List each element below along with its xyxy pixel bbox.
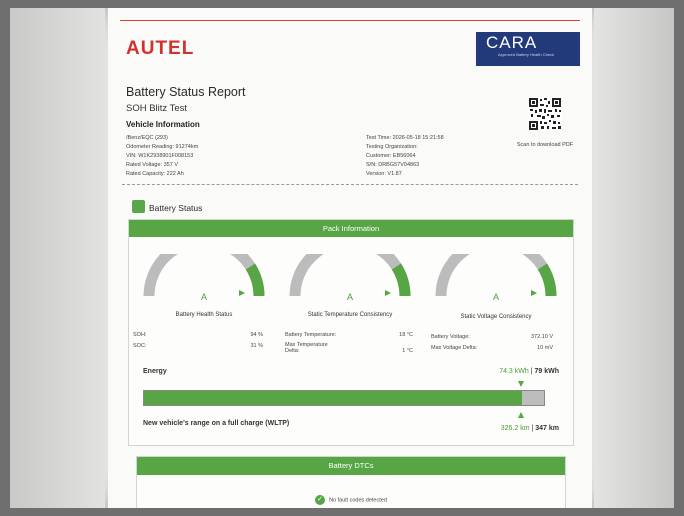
range-total: 347 km [535,425,559,432]
battery-status-icon [132,200,145,213]
gauge-grade: A [347,292,353,302]
energy-bar [143,390,545,406]
scan-to-download-text: Scan to download PDF [516,142,574,148]
vehicle-info-heading: Vehicle Information [126,120,200,129]
battery-temperature-label: Battery Temperature: [285,332,337,338]
serial-number: S/N: DRBG57V04863 [366,162,420,168]
range-label: New vehicle's range on a full charge (WL… [143,420,290,427]
background-shade-left [10,8,105,508]
gauge-track [143,254,265,297]
battery-temperature-value: 18 °C [399,332,413,338]
battery-voltage-row: Battery Voltage: 372.10 V [431,334,553,340]
background-shade-right [594,8,674,508]
no-fault-status: ✓ No fault codes detected [137,495,565,505]
gauge-title-battery-health: Battery Health Status [175,312,233,318]
gauge-pointer-icon [385,290,391,296]
no-fault-text: No fault codes detected [329,497,387,504]
check-icon: ✓ [315,495,326,505]
range-marker-icon [517,412,524,418]
battery-dtc-panel: Battery DTCs ✓ No fault codes detected [136,456,566,508]
battery-status-label: Battery Status [149,203,203,213]
max-voltage-label: Max Voltage Delta: [431,345,478,351]
max-temperature-value: 1 °C [402,348,413,354]
soh-row: SOH: 94 % [133,332,263,338]
report-subtitle: SOH Blitz Test [126,103,188,114]
max-temperature-label: Max Temperature Delta: [285,342,328,354]
header-rule [120,20,580,21]
pack-information-panel: Pack Information A Battery Health Status… [128,219,574,446]
vin: VIN: W1K2938901F008153 [126,153,194,159]
gauge-track [289,254,411,297]
photo-background: AUTEL CARA Approved Battery Health Check… [10,8,674,508]
gauge-fill [391,263,411,297]
energy-current: 74.3 kWh [499,368,529,375]
qr-code-icon[interactable] [528,97,562,131]
vehicle-info-block: /Benz/EQC (293) Odometer Reading: 91274k… [126,134,198,179]
max-temperature-row: Max Temperature Delta: 1 °C [285,342,413,354]
soh-label: SOH: [133,332,147,338]
section-divider [122,184,578,185]
battery-dtc-header: Battery DTCs [137,457,565,475]
gauge-grade: A [201,292,207,302]
gauge-fill [245,263,265,297]
cara-badge: CARA Approved Battery Health Check [476,32,580,66]
battery-temperature-row: Battery Temperature: 18 °C [285,332,413,338]
energy-value: 74.3 kWh | 79 kWh [499,368,559,375]
max-voltage-value: 10 mV [537,345,553,351]
cara-logo-text: CARA [486,33,538,52]
gauge-fill [537,263,557,297]
gauge-grade: A [493,292,499,302]
version: Version: V1.87 [366,171,402,177]
report-document: AUTEL CARA Approved Battery Health Check… [108,8,592,508]
rated-voltage: Rated Voltage: 357 V [126,162,178,168]
soc-label: SOC: [133,343,147,349]
odometer-reading: Odometer Reading: 91274km [126,144,199,150]
voltage-consistency-gauge: A [435,254,557,302]
soc-row: SOC: 31 % [133,343,263,349]
energy-total: 79 kWh [534,368,559,375]
soc-value: 31 % [250,343,263,349]
cara-subtitle: Approved Battery Health Check [498,52,555,57]
battery-health-gauge: A [143,254,265,302]
max-voltage-row: Max Voltage Delta: 10 mV [431,345,553,351]
energy-marker-icon [517,381,524,387]
pack-information-header: Pack Information [129,220,573,237]
soh-value: 94 % [250,332,263,338]
energy-label: Energy [143,368,167,375]
battery-voltage-value: 372.10 V [530,334,553,340]
customer: Customer: EB56064 [366,153,416,159]
rated-capacity: Rated Capacity: 222 Ah [126,171,184,177]
range-current: 326.2 km [500,425,530,432]
gauge-pointer-icon [531,290,537,296]
test-info-block: Test Time: 2026-05-18 15:21:58 Testing O… [366,134,444,179]
gauge-title-voltage: Static Voltage Consistency [460,314,532,320]
report-title: Battery Status Report [126,85,246,99]
autel-logo: AUTEL [126,38,195,59]
test-time: Test Time: 2026-05-18 15:21:58 [366,135,444,141]
gauge-title-temperature: Static Temperature Consistency [307,312,393,318]
gauge-track [435,254,557,297]
range-value: 326.2 km | 347 km [501,425,559,432]
battery-voltage-label: Battery Voltage: [431,334,470,340]
testing-organization: Testing Organization: [366,144,418,150]
vehicle-model: /Benz/EQC (293) [126,135,168,141]
gauge-pointer-icon [239,290,245,296]
temperature-consistency-gauge: A [289,254,411,302]
energy-bar-fill [144,391,522,405]
